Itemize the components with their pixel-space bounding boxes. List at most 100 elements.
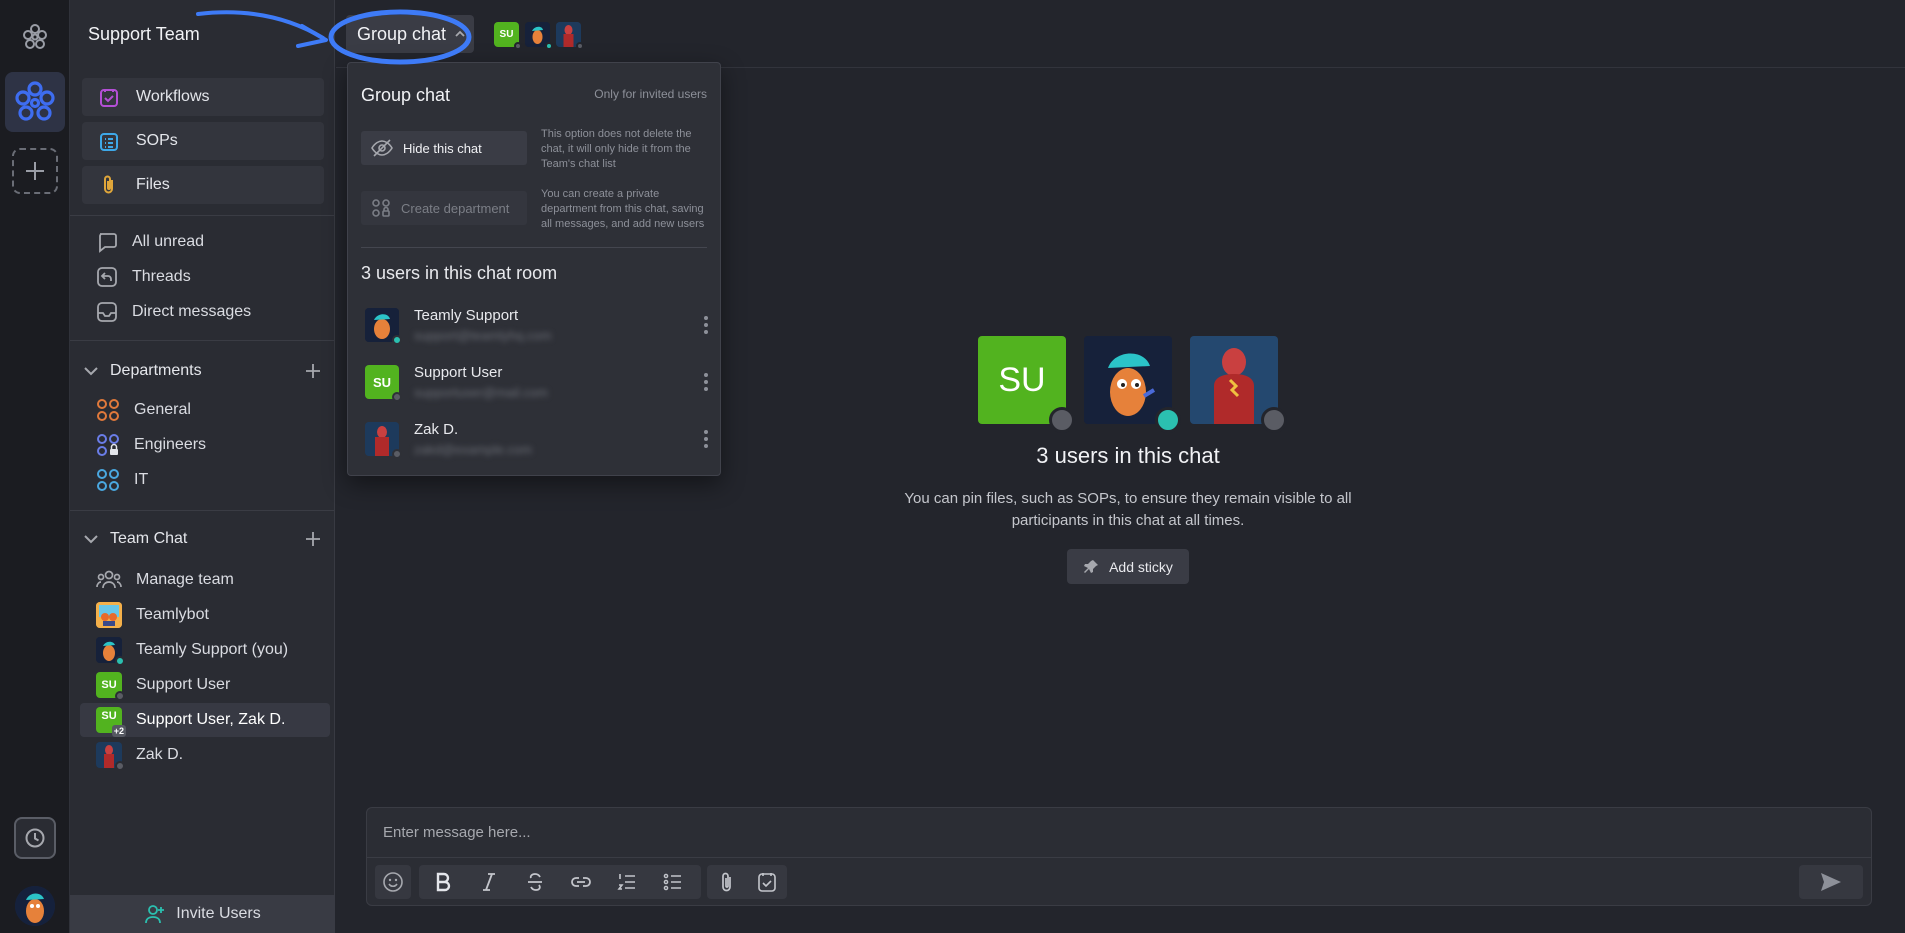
online-status-dot: [115, 656, 125, 666]
workflow-icon: [100, 89, 118, 107]
create-department-button[interactable]: Create department: [361, 191, 527, 225]
chat-zak-d-label: Zak D.: [136, 746, 184, 763]
clipboard-list-icon: [100, 133, 118, 151]
bullet-list-icon: [663, 873, 681, 891]
dropdown-title: Group chat: [361, 85, 451, 105]
chat-teamlybot[interactable]: Teamlybot: [96, 601, 209, 629]
strikethrough-button[interactable]: [513, 865, 557, 899]
nav-direct-messages[interactable]: Direct messages: [96, 298, 251, 326]
inbox-icon: [97, 302, 117, 322]
create-department-label: Create department: [401, 200, 510, 216]
team-chat-title: Team Chat: [110, 530, 188, 547]
department-general[interactable]: General: [96, 396, 191, 424]
emoji-button[interactable]: [375, 865, 411, 899]
chat-zak-d[interactable]: Zak D.: [96, 741, 184, 771]
group-chat-selector-label: Group chat: [357, 23, 447, 44]
department-it[interactable]: IT: [96, 466, 148, 494]
divider: [361, 247, 707, 248]
avatar-initials: SU: [499, 29, 514, 40]
task-button[interactable]: [747, 865, 787, 899]
room-user-row[interactable]: Zak D. zakd@example.com: [365, 417, 710, 461]
hide-chat-description: This option does not delete the chat, it…: [541, 128, 692, 170]
app-logo-icon[interactable]: [18, 20, 52, 54]
chevron-down-icon[interactable]: [82, 530, 100, 548]
divider: [70, 510, 334, 511]
user-avatar[interactable]: [14, 886, 55, 926]
team-chat-header[interactable]: Team Chat: [82, 526, 322, 552]
room-user-row[interactable]: SU Support User supportuser@mail.com: [365, 360, 710, 404]
header-member-avatar[interactable]: [556, 22, 584, 50]
add-chat-plus-icon[interactable]: [304, 530, 322, 548]
add-sticky-button[interactable]: Add sticky: [1067, 549, 1189, 584]
chat-teamlybot-label: Teamlybot: [136, 606, 209, 623]
workflows-button[interactable]: Workflows: [82, 78, 324, 116]
chat-support-user-label: Support User: [136, 676, 231, 693]
emoji-icon: [375, 865, 411, 899]
chevron-down-icon[interactable]: [82, 362, 100, 380]
chat-bubble-icon: [99, 233, 117, 253]
sops-button[interactable]: SOPs: [82, 122, 324, 160]
reply-icon: [97, 267, 117, 287]
group-chat-selector[interactable]: Group chat: [346, 15, 474, 53]
bold-button[interactable]: [421, 865, 465, 899]
more-options-icon[interactable]: [702, 316, 710, 334]
divider: [70, 340, 334, 341]
offline-status-dot: [115, 761, 125, 771]
chat-teamly-support[interactable]: Teamly Support (you): [96, 636, 288, 666]
ordered-list-button[interactable]: [605, 865, 649, 899]
team-name: Support Team: [88, 24, 200, 44]
chat-group-label: Support User, Zak D.: [136, 711, 286, 728]
history-button[interactable]: [13, 817, 56, 859]
more-options-icon[interactable]: [702, 430, 710, 448]
support-user-avatar: SU: [365, 365, 402, 402]
task-icon: [758, 873, 776, 892]
create-department-description: You can create a private department from…: [541, 188, 705, 230]
italic-button[interactable]: [467, 865, 511, 899]
header-member-avatar[interactable]: SU: [494, 22, 522, 50]
online-status-dot: [1155, 407, 1181, 433]
manage-team[interactable]: Manage team: [96, 566, 234, 594]
link-button[interactable]: [559, 865, 603, 899]
offline-status-dot: [1261, 407, 1287, 433]
group-avatar: SU +2: [96, 707, 126, 737]
more-options-icon[interactable]: [702, 373, 710, 391]
chat-group-support-user-zak[interactable]: SU +2 Support User, Zak D.: [96, 706, 286, 737]
department-engineers[interactable]: Engineers: [96, 431, 206, 459]
attach-button[interactable]: [707, 865, 747, 899]
department-engineers-label: Engineers: [134, 436, 207, 453]
room-user-row[interactable]: Teamly Support support@teamlyhq.com: [365, 303, 710, 347]
app-rail: [0, 0, 70, 933]
attach-icon: [722, 872, 731, 892]
departments-header[interactable]: Departments: [82, 358, 322, 384]
header-member-avatar[interactable]: [525, 22, 553, 50]
teamly-support-avatar: [365, 308, 402, 345]
chat-support-user[interactable]: SU Support User: [96, 671, 231, 701]
offline-status-dot: [392, 392, 402, 402]
hide-chat-button[interactable]: Hide this chat: [361, 131, 527, 165]
team-switch-support-team[interactable]: [4, 72, 65, 132]
offline-status-dot: [514, 42, 522, 50]
avatar-initials: SU: [998, 360, 1046, 399]
nav-all-unread[interactable]: All unread: [96, 228, 204, 256]
sops-label: SOPs: [136, 132, 178, 149]
nav-threads[interactable]: Threads: [96, 263, 191, 291]
pin-icon: [1084, 559, 1099, 573]
formatting-toolbar: [419, 865, 701, 899]
eye-off-icon: [371, 139, 393, 157]
send-icon: [1821, 873, 1841, 891]
avatar-initials: SU: [101, 710, 117, 722]
add-department-plus-icon[interactable]: [304, 362, 322, 380]
hide-chat-label: Hide this chat: [403, 140, 482, 156]
room-user-email: supportuser@mail.com: [414, 385, 548, 400]
pin-files-description: You can pin files, such as SOPs, to ensu…: [904, 490, 1352, 529]
send-button[interactable]: [1799, 865, 1863, 899]
add-team-button[interactable]: [11, 148, 58, 194]
invite-users-button[interactable]: Invite Users: [70, 895, 335, 933]
message-input[interactable]: [367, 808, 1871, 858]
workflows-label: Workflows: [136, 88, 210, 105]
bullet-list-button[interactable]: [651, 865, 695, 899]
offline-status-dot: [392, 449, 402, 459]
files-button[interactable]: Files: [82, 166, 324, 204]
group-chat-dropdown: Group chat Only for invited users Hide t…: [347, 62, 721, 476]
users-in-chat-title: 3 users in this chat: [1036, 443, 1220, 468]
